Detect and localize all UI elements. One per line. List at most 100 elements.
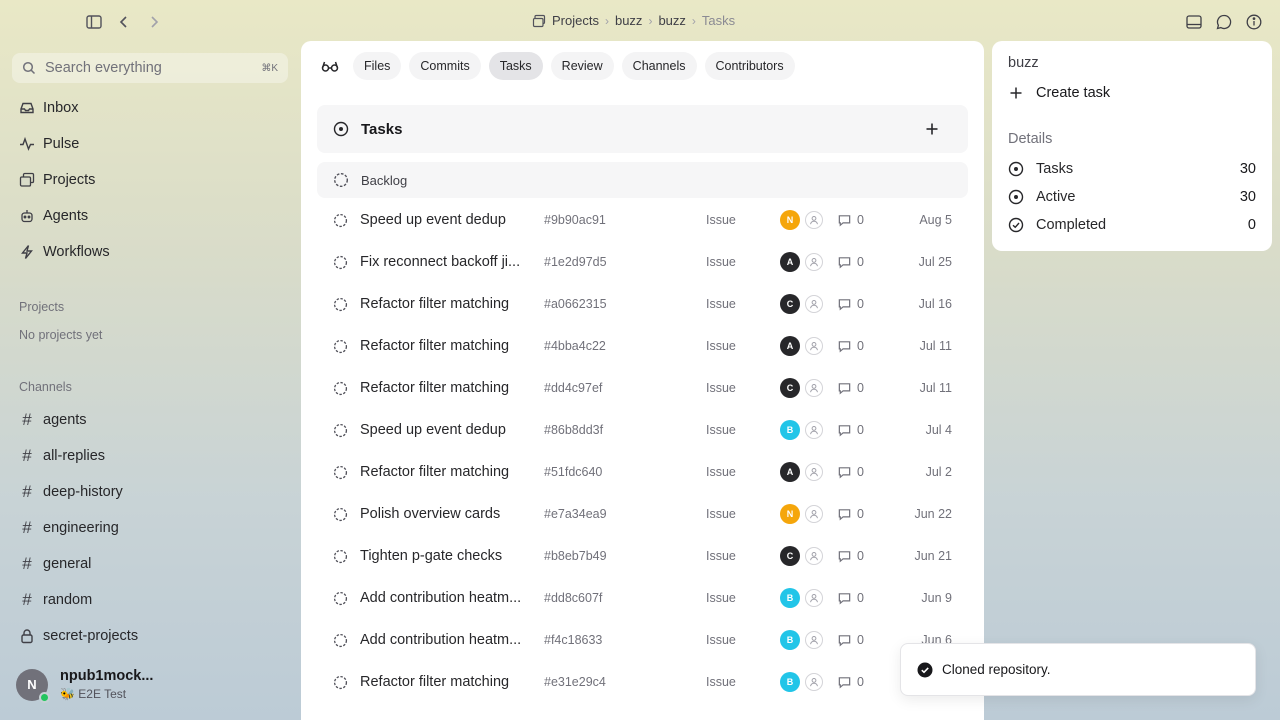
table-row[interactable]: Refactor filter matching #a0662315 Issue… xyxy=(317,283,968,325)
comment-count[interactable]: 0 xyxy=(837,507,864,522)
user-name: npub1mock... xyxy=(60,668,154,684)
sidebar-toggle-icon[interactable] xyxy=(84,12,104,32)
info-icon[interactable] xyxy=(1244,12,1264,32)
overview-glasses-icon[interactable] xyxy=(315,52,345,80)
table-row[interactable]: Polish overview cards #e7a34ea9 Issue N … xyxy=(317,493,968,535)
table-row[interactable]: Refactor filter matching #4bba4c22 Issue… xyxy=(317,325,968,367)
breadcrumb-buzz[interactable]: buzz xyxy=(615,13,642,28)
task-date: Jun 9 xyxy=(921,591,952,605)
breadcrumb-repo[interactable]: buzz xyxy=(658,13,685,28)
panel-toggle-icon[interactable] xyxy=(1184,12,1204,32)
nav-item-agents[interactable]: Agents xyxy=(12,198,288,234)
backlog-group-header[interactable]: Backlog xyxy=(317,162,968,198)
channel-label: agents xyxy=(43,412,87,428)
task-status-circle-icon[interactable] xyxy=(333,633,348,648)
chat-icon[interactable] xyxy=(1214,12,1234,32)
task-title: Speed up event dedup xyxy=(360,422,506,438)
forward-icon[interactable] xyxy=(144,12,164,32)
window-controls xyxy=(84,12,164,32)
task-status-circle-icon[interactable] xyxy=(333,255,348,270)
back-icon[interactable] xyxy=(114,12,134,32)
channel-item-agents[interactable]: # agents xyxy=(12,402,288,438)
task-status-circle-icon[interactable] xyxy=(333,213,348,228)
assignee-user-icon[interactable] xyxy=(805,589,823,607)
assignee-user-icon[interactable] xyxy=(805,673,823,691)
channel-item-deep-history[interactable]: # deep-history xyxy=(12,474,288,510)
task-status-circle-icon[interactable] xyxy=(333,297,348,312)
assignee-user-icon[interactable] xyxy=(805,505,823,523)
table-row[interactable]: Refactor filter matching #dd4c97ef Issue… xyxy=(317,367,968,409)
comment-count[interactable]: 0 xyxy=(837,297,864,312)
task-kind: Issue xyxy=(706,633,736,647)
comment-count[interactable]: 0 xyxy=(837,549,864,564)
tab-commits[interactable]: Commits xyxy=(409,52,481,80)
tab-files[interactable]: Files xyxy=(353,52,402,80)
add-task-button[interactable] xyxy=(924,121,940,137)
comment-count[interactable]: 0 xyxy=(837,381,864,396)
comment-count[interactable]: 0 xyxy=(837,213,864,228)
assignee-user-icon[interactable] xyxy=(805,463,823,481)
table-row[interactable]: Speed up event dedup #9b90ac91 Issue N 0… xyxy=(317,199,968,241)
user-profile[interactable]: N npub1mock... 🐝 E2E Test xyxy=(16,668,154,703)
nav-item-workflows[interactable]: Workflows xyxy=(12,234,288,270)
tab-tasks[interactable]: Tasks xyxy=(488,52,543,80)
author-avatar: N xyxy=(780,504,800,524)
comment-count[interactable]: 0 xyxy=(837,633,864,648)
search-input[interactable]: Search everything ⌘K xyxy=(12,53,288,83)
assignee-user-icon[interactable] xyxy=(805,253,823,271)
workflows-icon xyxy=(19,244,35,260)
assignee-user-icon[interactable] xyxy=(805,337,823,355)
comment-count[interactable]: 0 xyxy=(837,591,864,606)
assignee-user-icon[interactable] xyxy=(805,421,823,439)
toast-notification[interactable]: Cloned repository. xyxy=(900,643,1256,696)
avatar: N xyxy=(16,668,50,703)
table-row[interactable]: Add contribution heatm... #dd8c607f Issu… xyxy=(317,577,968,619)
assignee-user-icon[interactable] xyxy=(805,211,823,229)
author-avatar: C xyxy=(780,378,800,398)
channel-item-secret-projects[interactable]: secret-projects xyxy=(12,618,288,654)
table-row[interactable]: Refactor filter matching #e31e29c4 Issue… xyxy=(317,661,968,703)
task-status-circle-icon[interactable] xyxy=(333,507,348,522)
task-status-circle-icon[interactable] xyxy=(333,381,348,396)
assignee-user-icon[interactable] xyxy=(805,631,823,649)
comment-count[interactable]: 0 xyxy=(837,423,864,438)
table-row[interactable]: Refactor filter matching #51fdc640 Issue… xyxy=(317,451,968,493)
task-status-circle-icon[interactable] xyxy=(333,591,348,606)
table-row[interactable]: Fix reconnect backoff ji... #1e2d97d5 Is… xyxy=(317,241,968,283)
tab-contributors[interactable]: Contributors xyxy=(704,52,795,80)
channel-item-random[interactable]: # random xyxy=(12,582,288,618)
task-status-circle-icon[interactable] xyxy=(333,339,348,354)
task-hash: #e31e29c4 xyxy=(544,675,606,689)
task-title: Add contribution heatm... xyxy=(360,590,522,606)
table-row[interactable]: Speed up event dedup #86b8dd3f Issue B 0… xyxy=(317,409,968,451)
tab-review[interactable]: Review xyxy=(550,52,614,80)
assignee-user-icon[interactable] xyxy=(805,295,823,313)
nav-item-projects[interactable]: Projects xyxy=(12,162,288,198)
comment-count[interactable]: 0 xyxy=(837,255,864,270)
task-kind: Issue xyxy=(706,297,736,311)
tab-channels[interactable]: Channels xyxy=(621,52,697,80)
stat-tasks: Tasks 30 xyxy=(1008,155,1256,183)
nav-label: Inbox xyxy=(43,100,79,116)
task-status-circle-icon[interactable] xyxy=(333,675,348,690)
channel-item-engineering[interactable]: # engineering xyxy=(12,510,288,546)
comment-count[interactable]: 0 xyxy=(837,675,864,690)
create-task-label: Create task xyxy=(1036,85,1111,101)
channel-item-all-replies[interactable]: # all-replies xyxy=(12,438,288,474)
channel-item-general[interactable]: # general xyxy=(12,546,288,582)
assignee-user-icon[interactable] xyxy=(805,379,823,397)
comment-count[interactable]: 0 xyxy=(837,465,864,480)
comment-count[interactable]: 0 xyxy=(837,339,864,354)
task-status-circle-icon[interactable] xyxy=(333,465,348,480)
nav-item-pulse[interactable]: Pulse xyxy=(12,126,288,162)
breadcrumb-projects[interactable]: Projects xyxy=(552,13,599,28)
table-row[interactable]: Tighten p-gate checks #b8eb7b49 Issue C … xyxy=(317,535,968,577)
task-status-circle-icon[interactable] xyxy=(333,423,348,438)
create-task-button[interactable]: Create task xyxy=(1008,85,1110,101)
assignee-user-icon[interactable] xyxy=(805,547,823,565)
task-hash: #f4c18633 xyxy=(544,633,603,647)
task-status-circle-icon[interactable] xyxy=(333,549,348,564)
table-row[interactable]: Add contribution heatm... #f4c18633 Issu… xyxy=(317,619,968,661)
sidebar: Search everything ⌘K Inbox Pulse Project… xyxy=(0,44,300,720)
nav-item-inbox[interactable]: Inbox xyxy=(12,90,288,126)
